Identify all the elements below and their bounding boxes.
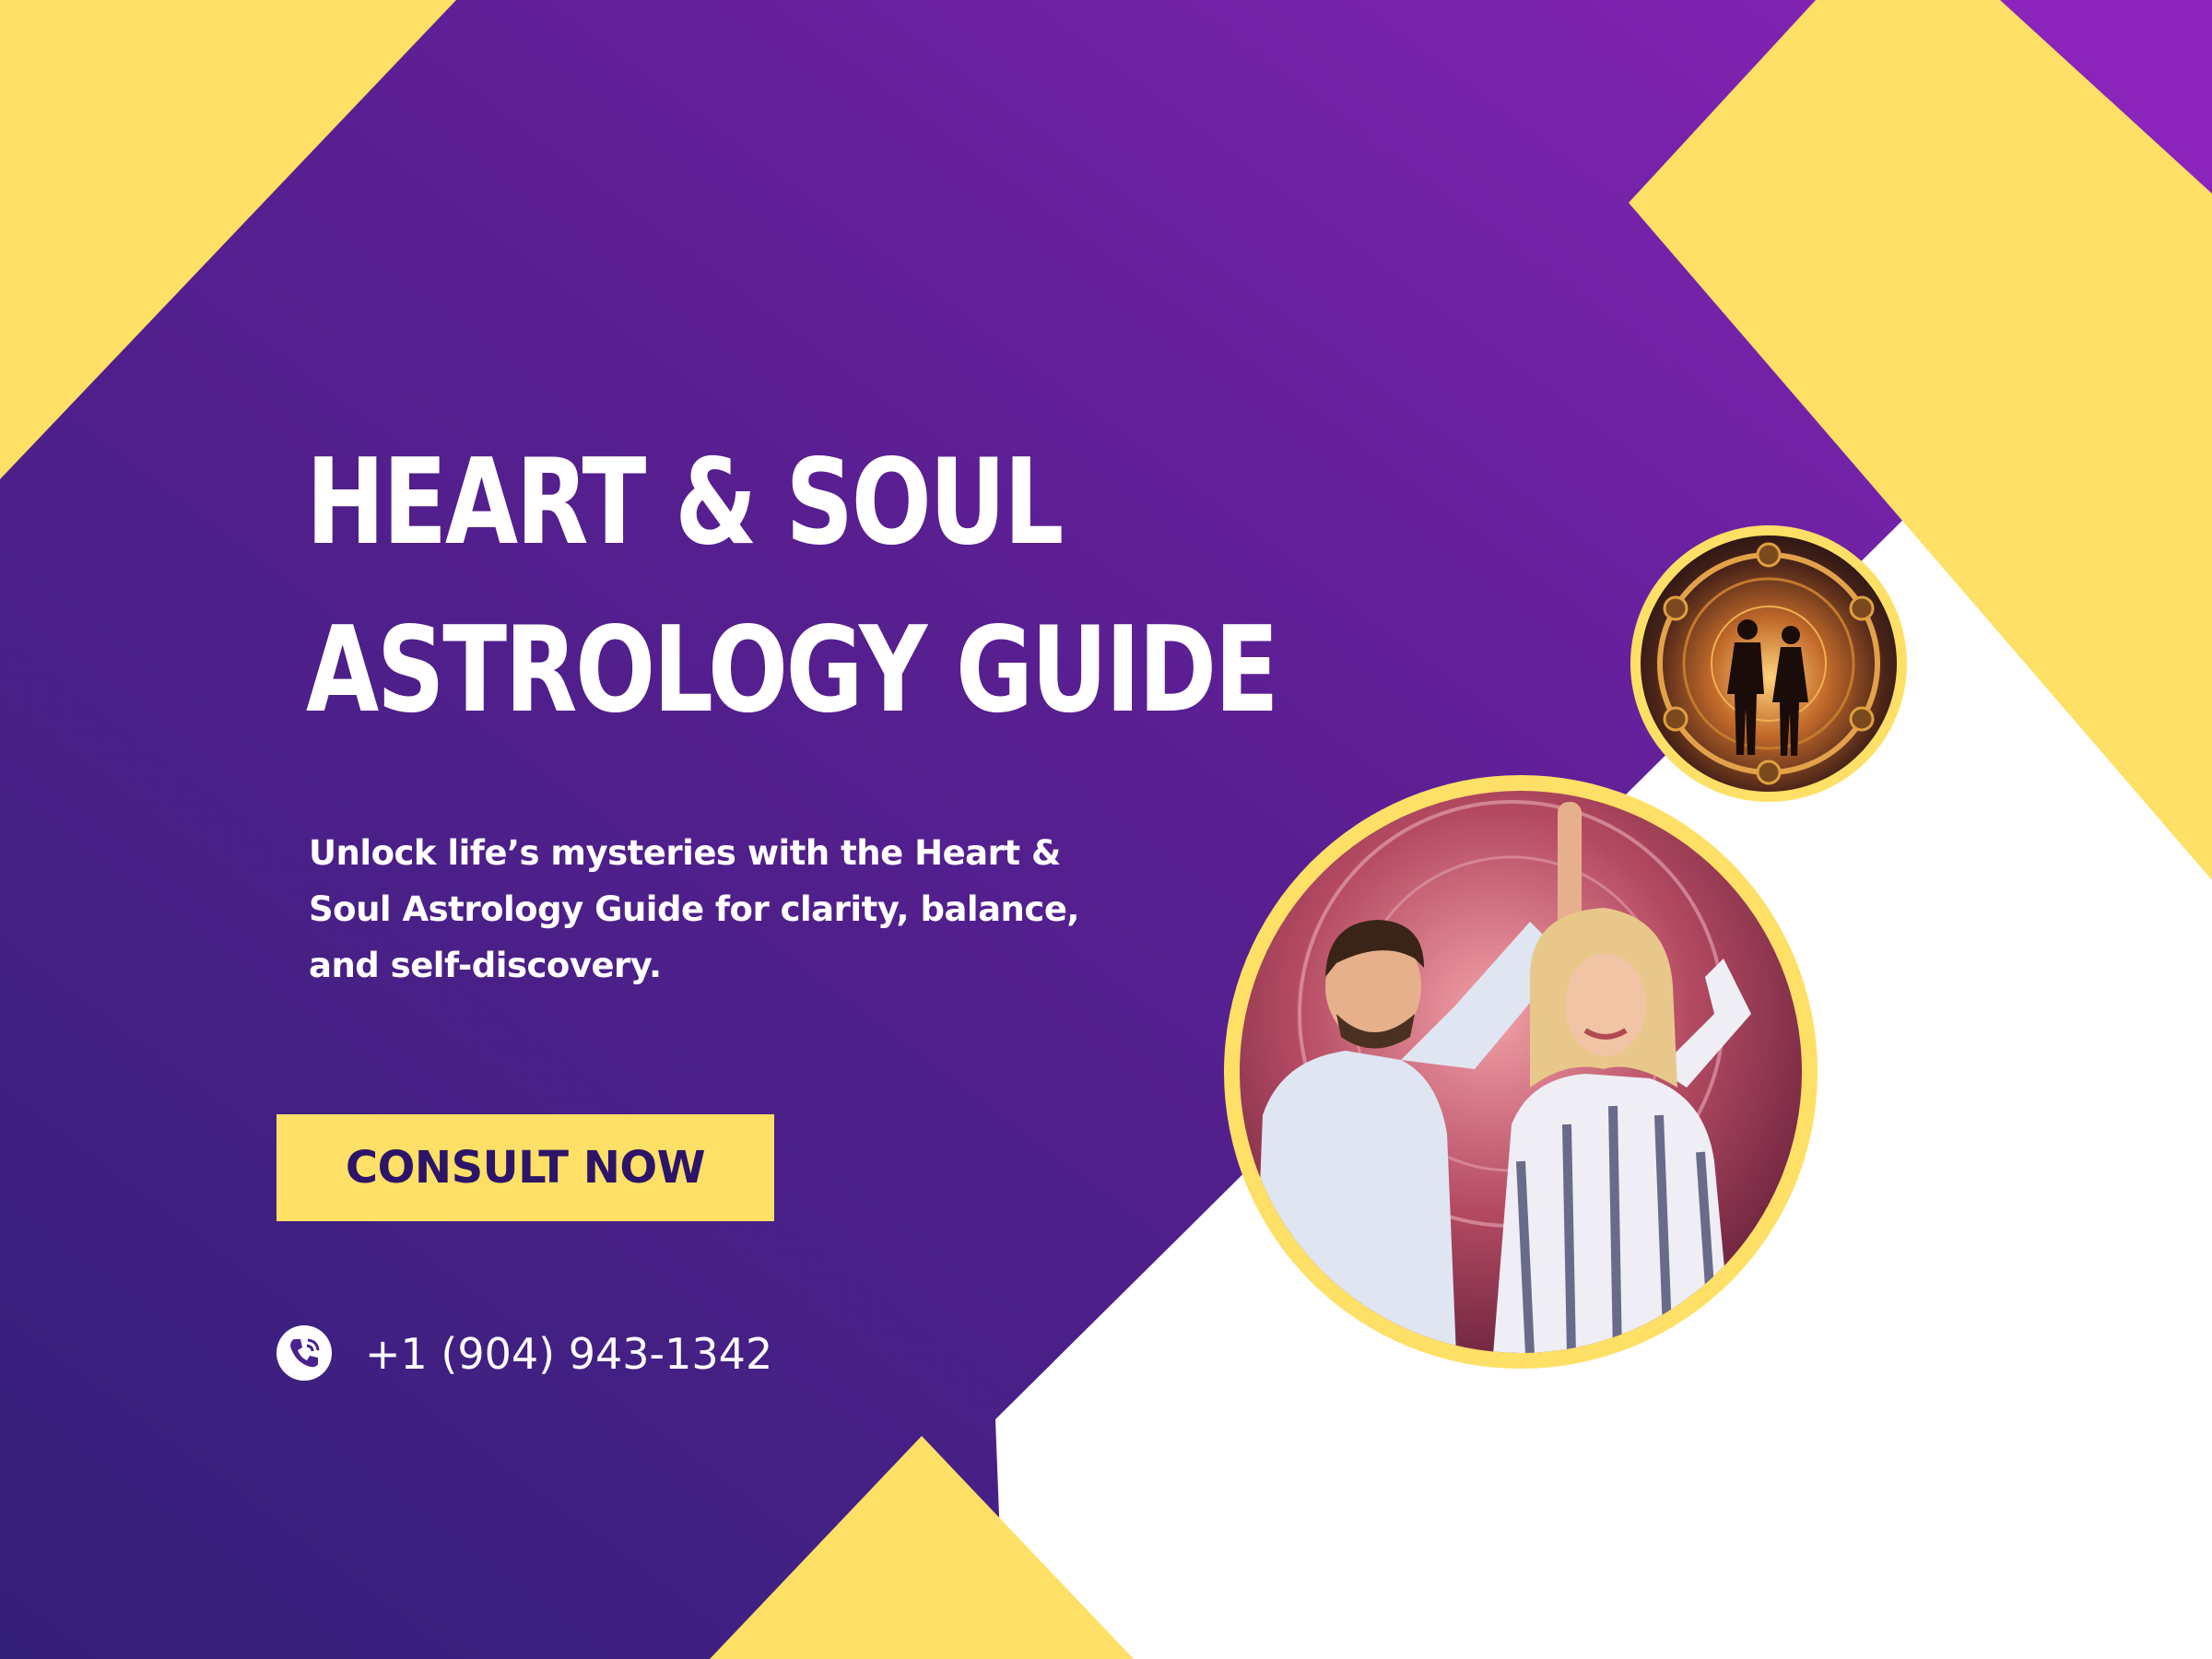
tagline-line-2: Soul Astrology Guide for clarity, balanc… [309, 889, 1079, 929]
phone-number[interactable]: +1 (904) 943-1342 [365, 1328, 772, 1380]
tagline-line-3: and self-discovery. [309, 946, 662, 985]
zodiac-wheel-image [1630, 525, 1907, 802]
tagline-line-1: Unlock life’s mysteries with the Heart & [309, 833, 1061, 873]
couple-photo-image [1224, 775, 1818, 1369]
phone-icon [276, 1325, 332, 1381]
headline-line-1: HEART & SOUL [306, 434, 1064, 571]
headline-line-2: ASTROLOGY GUIDE [306, 602, 1279, 739]
headline: HEART & SOUL ASTROLOGY GUIDE [306, 419, 1279, 755]
tagline: Unlock life’s mysteries with the Heart &… [309, 825, 1175, 994]
consult-now-button[interactable]: CONSULT NOW [276, 1114, 774, 1221]
